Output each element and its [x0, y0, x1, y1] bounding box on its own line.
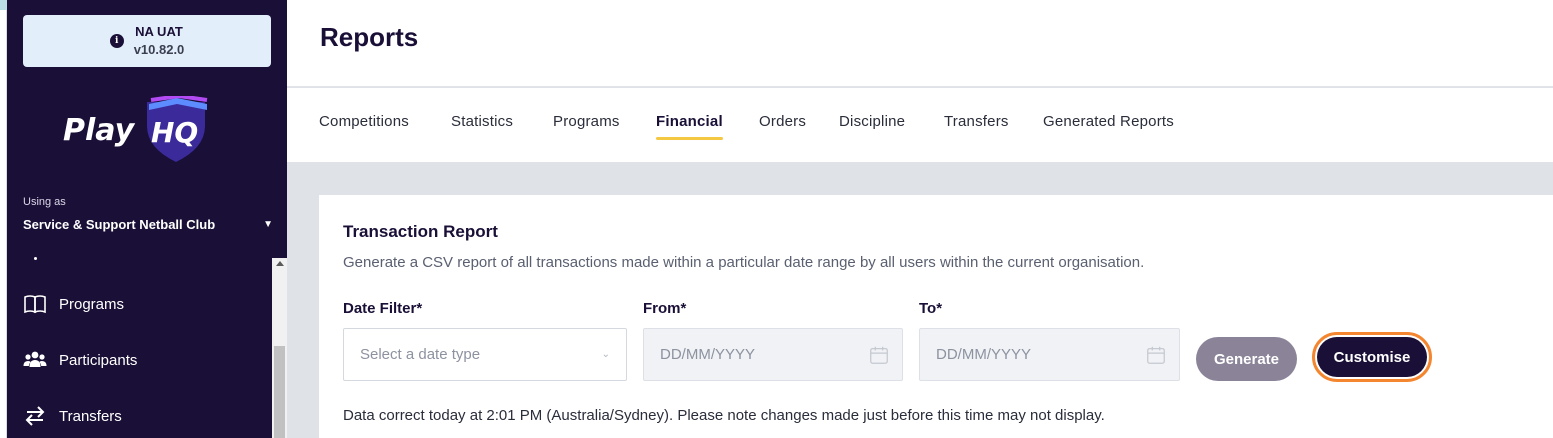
environment-name: NA UAT: [135, 24, 183, 39]
sidebar-item-transfers[interactable]: Transfers: [23, 404, 122, 428]
organisation-selector[interactable]: Service & Support Netball Club ▼: [23, 217, 273, 232]
generate-button[interactable]: Generate: [1196, 337, 1297, 381]
svg-text:Play: Play: [63, 113, 136, 148]
to-date-placeholder: DD/MM/YYYY: [936, 346, 1032, 363]
tab-statistics[interactable]: Statistics: [451, 113, 513, 130]
customise-button-label: Customise: [1317, 337, 1427, 377]
tab-transfers[interactable]: Transfers: [944, 113, 1009, 130]
tab-orders[interactable]: Orders: [759, 113, 806, 130]
date-filter-label: Date Filter*: [343, 300, 423, 317]
organisation-name: Service & Support Netball Club: [23, 217, 216, 232]
environment-version: v10.82.0: [133, 42, 185, 57]
to-date-input[interactable]: DD/MM/YYYY: [919, 328, 1180, 381]
environment-badge: i NA UAT v10.82.0: [23, 15, 271, 67]
svg-text:HQ: HQ: [151, 116, 198, 149]
people-icon: [23, 351, 47, 367]
page-title: Reports: [320, 22, 419, 52]
transfer-arrows-icon: [25, 406, 45, 426]
from-date-input[interactable]: DD/MM/YYYY: [643, 328, 903, 381]
calendar-icon[interactable]: [868, 344, 890, 366]
scroll-indicator-dot: [34, 257, 37, 260]
sidebar-scrollbar[interactable]: [272, 258, 287, 438]
sidebar-item-label: Programs: [59, 295, 125, 313]
from-date-placeholder: DD/MM/YYYY: [660, 346, 756, 363]
tab-financial[interactable]: Financial: [656, 113, 723, 140]
data-freshness-note: Data correct today at 2:01 PM (Australia…: [343, 407, 1105, 424]
window-edge: [0, 0, 7, 438]
scrollbar-thumb[interactable]: [274, 346, 285, 438]
report-description: Generate a CSV report of all transaction…: [343, 254, 1145, 271]
sidebar-item-participants[interactable]: Participants: [23, 348, 137, 372]
using-as-label: Using as: [23, 196, 66, 208]
sidebar-item-programs[interactable]: Programs: [23, 292, 124, 316]
info-icon: i: [109, 34, 124, 48]
page-header: Reports: [287, 0, 1553, 87]
to-date-label: To*: [919, 300, 943, 317]
book-icon: [24, 295, 46, 314]
sidebar: i NA UAT v10.82.0 Play HQ Using as Servi…: [7, 0, 287, 438]
date-filter-placeholder: Select a date type: [360, 346, 481, 363]
window-edge-accent: [0, 0, 7, 10]
from-date-label: From*: [643, 300, 687, 317]
report-tabs: Competitions Statistics Programs Financi…: [287, 88, 1553, 162]
tab-generated-reports[interactable]: Generated Reports: [1043, 113, 1174, 130]
calendar-icon[interactable]: [1145, 344, 1167, 366]
chevron-down-icon: ▼: [263, 219, 273, 230]
main-content: Reports Competitions Statistics Programs…: [287, 0, 1553, 438]
report-title: Transaction Report: [343, 222, 498, 241]
scroll-up-icon[interactable]: [276, 261, 284, 266]
tab-discipline[interactable]: Discipline: [839, 113, 905, 130]
chevron-down-icon: ⌄: [601, 349, 610, 360]
sidebar-item-label: Transfers: [59, 407, 122, 425]
date-filter-select[interactable]: Select a date type ⌄: [343, 328, 627, 381]
tab-competitions[interactable]: Competitions: [319, 113, 409, 130]
transaction-report-card: Transaction Report Generate a CSV report…: [319, 195, 1553, 438]
sidebar-item-label: Participants: [59, 351, 138, 369]
customise-button[interactable]: Customise: [1312, 332, 1432, 382]
playhq-logo[interactable]: Play HQ: [61, 96, 221, 166]
tab-programs[interactable]: Programs: [553, 113, 620, 130]
